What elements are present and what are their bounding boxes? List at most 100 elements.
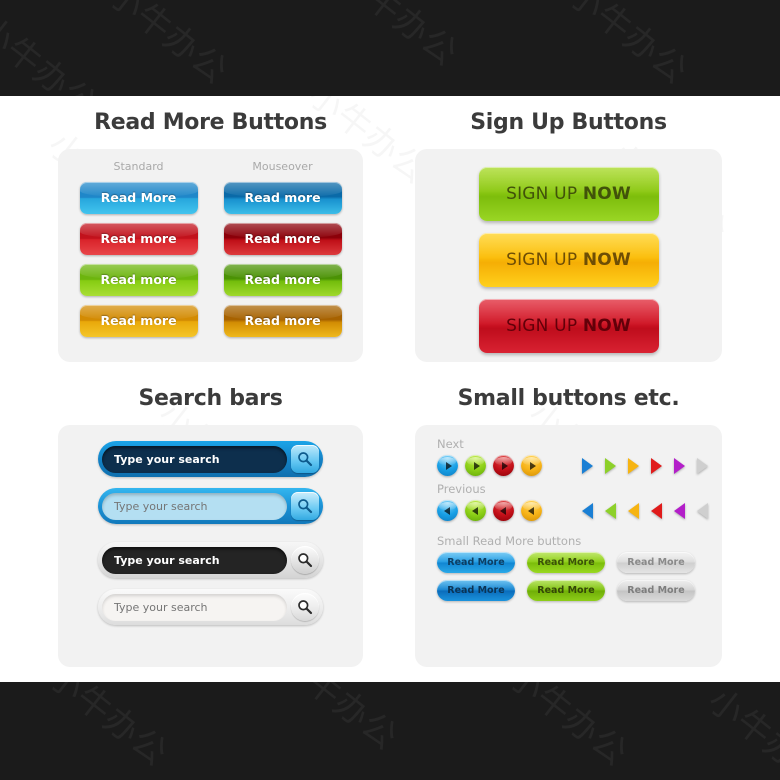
- sign-up-button-red[interactable]: SIGN UP NOW: [478, 299, 659, 353]
- watermark: 小牛办公: [0, 8, 106, 96]
- play-arrow-icon: [529, 461, 536, 470]
- panel-small-buttons: Next Previous Small Read More buttons Re…: [415, 425, 722, 667]
- panel-sign-up: SIGN UP NOW SIGN UP NOW SIGN UP NOW: [415, 149, 722, 362]
- previous-triangle-orange-icon[interactable]: [628, 502, 639, 519]
- watermark: 小牛办公: [100, 0, 236, 93]
- read-more-button-mouseover-green[interactable]: Read more: [223, 264, 342, 296]
- sign-up-label-green: SIGN UP: [506, 184, 583, 204]
- previous-triangle-gray-icon[interactable]: [697, 502, 708, 519]
- small-read-more-row: Read More Read More Read More: [437, 580, 704, 601]
- sign-up-button-yellow[interactable]: SIGN UP NOW: [478, 233, 659, 287]
- play-arrow-icon: [501, 461, 508, 470]
- next-triangle-purple-icon[interactable]: [674, 457, 685, 474]
- play-arrow-icon: [473, 461, 480, 470]
- read-more-button-standard-blue[interactable]: Read More: [79, 182, 198, 214]
- magnifier-icon: [298, 499, 313, 514]
- next-circle-red[interactable]: [493, 455, 514, 476]
- play-arrow-back-icon: [471, 506, 478, 515]
- next-controls-row: [437, 455, 708, 476]
- next-triangle-blue-icon[interactable]: [582, 457, 593, 474]
- small-read-more-row: Read More Read More Read More: [437, 552, 704, 573]
- small-read-more-button-blue-2[interactable]: Read More: [437, 580, 515, 601]
- search-bar-black[interactable]: [98, 542, 323, 578]
- next-circle-orange[interactable]: [521, 455, 542, 476]
- watermark: 小牛办公: [560, 0, 696, 93]
- small-read-more-button-blue-1[interactable]: Read More: [437, 552, 515, 573]
- magnifier-icon: [298, 452, 313, 467]
- previous-circle-blue[interactable]: [437, 500, 458, 521]
- small-read-more-label: Read More: [627, 557, 685, 568]
- search-input-light-gray[interactable]: [102, 593, 287, 621]
- next-triangle-gray-icon[interactable]: [697, 457, 708, 474]
- read-more-button-standard-green[interactable]: Read more: [79, 264, 198, 296]
- sign-up-label-now-red: NOW: [582, 316, 631, 336]
- previous-triangle-blue-icon[interactable]: [582, 502, 593, 519]
- label-previous: Previous: [437, 482, 486, 496]
- column-head-standard: Standard: [113, 160, 164, 173]
- previous-circle-orange[interactable]: [521, 500, 542, 521]
- magnifier-icon: [298, 600, 313, 615]
- read-more-button-standard-orange[interactable]: Read more: [79, 305, 198, 337]
- search-bar-dark-blue[interactable]: [98, 441, 323, 477]
- column-mouseover: Mouseover Read more Read more Read more …: [223, 160, 342, 346]
- read-more-button-standard-red[interactable]: Read more: [79, 223, 198, 255]
- search-input-black[interactable]: [102, 546, 287, 574]
- next-triangle-orange-icon[interactable]: [628, 457, 639, 474]
- read-more-button-mouseover-blue[interactable]: Read more: [223, 182, 342, 214]
- previous-triangle-red-icon[interactable]: [651, 502, 662, 519]
- search-input-light-blue[interactable]: [102, 492, 287, 520]
- small-read-more-label: Read More: [537, 585, 595, 596]
- panel-search-bars: [58, 425, 363, 667]
- play-arrow-back-icon: [527, 506, 534, 515]
- sign-up-button-green[interactable]: SIGN UP NOW: [478, 167, 659, 221]
- section-title-sign-up: Sign Up Buttons: [470, 110, 667, 135]
- previous-triangle-group: [582, 502, 708, 519]
- small-read-more-button-gray-1[interactable]: Read More: [617, 552, 695, 573]
- previous-circle-group: [437, 500, 542, 521]
- next-circle-green[interactable]: [465, 455, 486, 476]
- label-next: Next: [437, 437, 464, 451]
- previous-circle-red[interactable]: [493, 500, 514, 521]
- small-read-more-button-gray-2[interactable]: Read More: [617, 580, 695, 601]
- read-more-button-mouseover-red[interactable]: Read more: [223, 223, 342, 255]
- small-read-more-label: Read More: [447, 557, 505, 568]
- small-read-more-button-green-1[interactable]: Read More: [527, 552, 605, 573]
- play-arrow-back-icon: [499, 506, 506, 515]
- search-button-light-gray[interactable]: [291, 593, 319, 621]
- search-bar-light-gray[interactable]: [98, 589, 323, 625]
- read-more-button-mouseover-orange[interactable]: Read more: [223, 305, 342, 337]
- previous-triangle-purple-icon[interactable]: [674, 502, 685, 519]
- magnifier-icon: [298, 553, 313, 568]
- label-small-read-more: Small Read More buttons: [437, 534, 582, 548]
- search-bar-light-blue[interactable]: [98, 488, 323, 524]
- section-small-buttons: Small buttons etc. Next Previous Small R…: [415, 386, 722, 667]
- next-circle-group: [437, 455, 542, 476]
- play-arrow-icon: [445, 461, 452, 470]
- next-circle-blue[interactable]: [437, 455, 458, 476]
- next-triangle-green-icon[interactable]: [605, 457, 616, 474]
- watermark: 小牛办公: [40, 682, 176, 775]
- search-input-dark-blue[interactable]: [102, 445, 287, 473]
- watermark: 小牛办公: [500, 682, 636, 775]
- watermark: 小牛办公: [270, 682, 406, 759]
- previous-triangle-green-icon[interactable]: [605, 502, 616, 519]
- previous-controls-row: [437, 500, 708, 521]
- next-triangle-red-icon[interactable]: [651, 457, 662, 474]
- section-title-small-buttons: Small buttons etc.: [457, 386, 680, 411]
- search-button-black[interactable]: [291, 546, 319, 574]
- small-read-more-grid: Read More Read More Read More Read More …: [437, 552, 704, 601]
- column-standard: Standard Read More Read more Read more R…: [79, 160, 198, 346]
- small-read-more-button-green-2[interactable]: Read More: [527, 580, 605, 601]
- search-button-light-blue[interactable]: [291, 492, 319, 520]
- small-read-more-label: Read More: [447, 585, 505, 596]
- column-head-mouseover: Mouseover: [252, 160, 313, 173]
- section-sign-up-buttons: Sign Up Buttons SIGN UP NOW SIGN UP NOW …: [415, 110, 722, 362]
- previous-circle-green[interactable]: [465, 500, 486, 521]
- sign-up-label-now-yellow: NOW: [582, 250, 631, 270]
- section-title-search-bars: Search bars: [138, 386, 283, 411]
- search-button-dark-blue[interactable]: [291, 445, 319, 473]
- section-search-bars: Search bars: [58, 386, 363, 667]
- watermark: 小牛办公: [700, 682, 780, 780]
- poster-canvas: 小牛办公 小牛办公 小牛办公 小牛办公 小牛办公 小牛办公 小牛办公 小牛办公 …: [0, 0, 780, 780]
- bottom-letterbox-bar: 小牛办公 小牛办公 小牛办公 小牛办公: [0, 682, 780, 780]
